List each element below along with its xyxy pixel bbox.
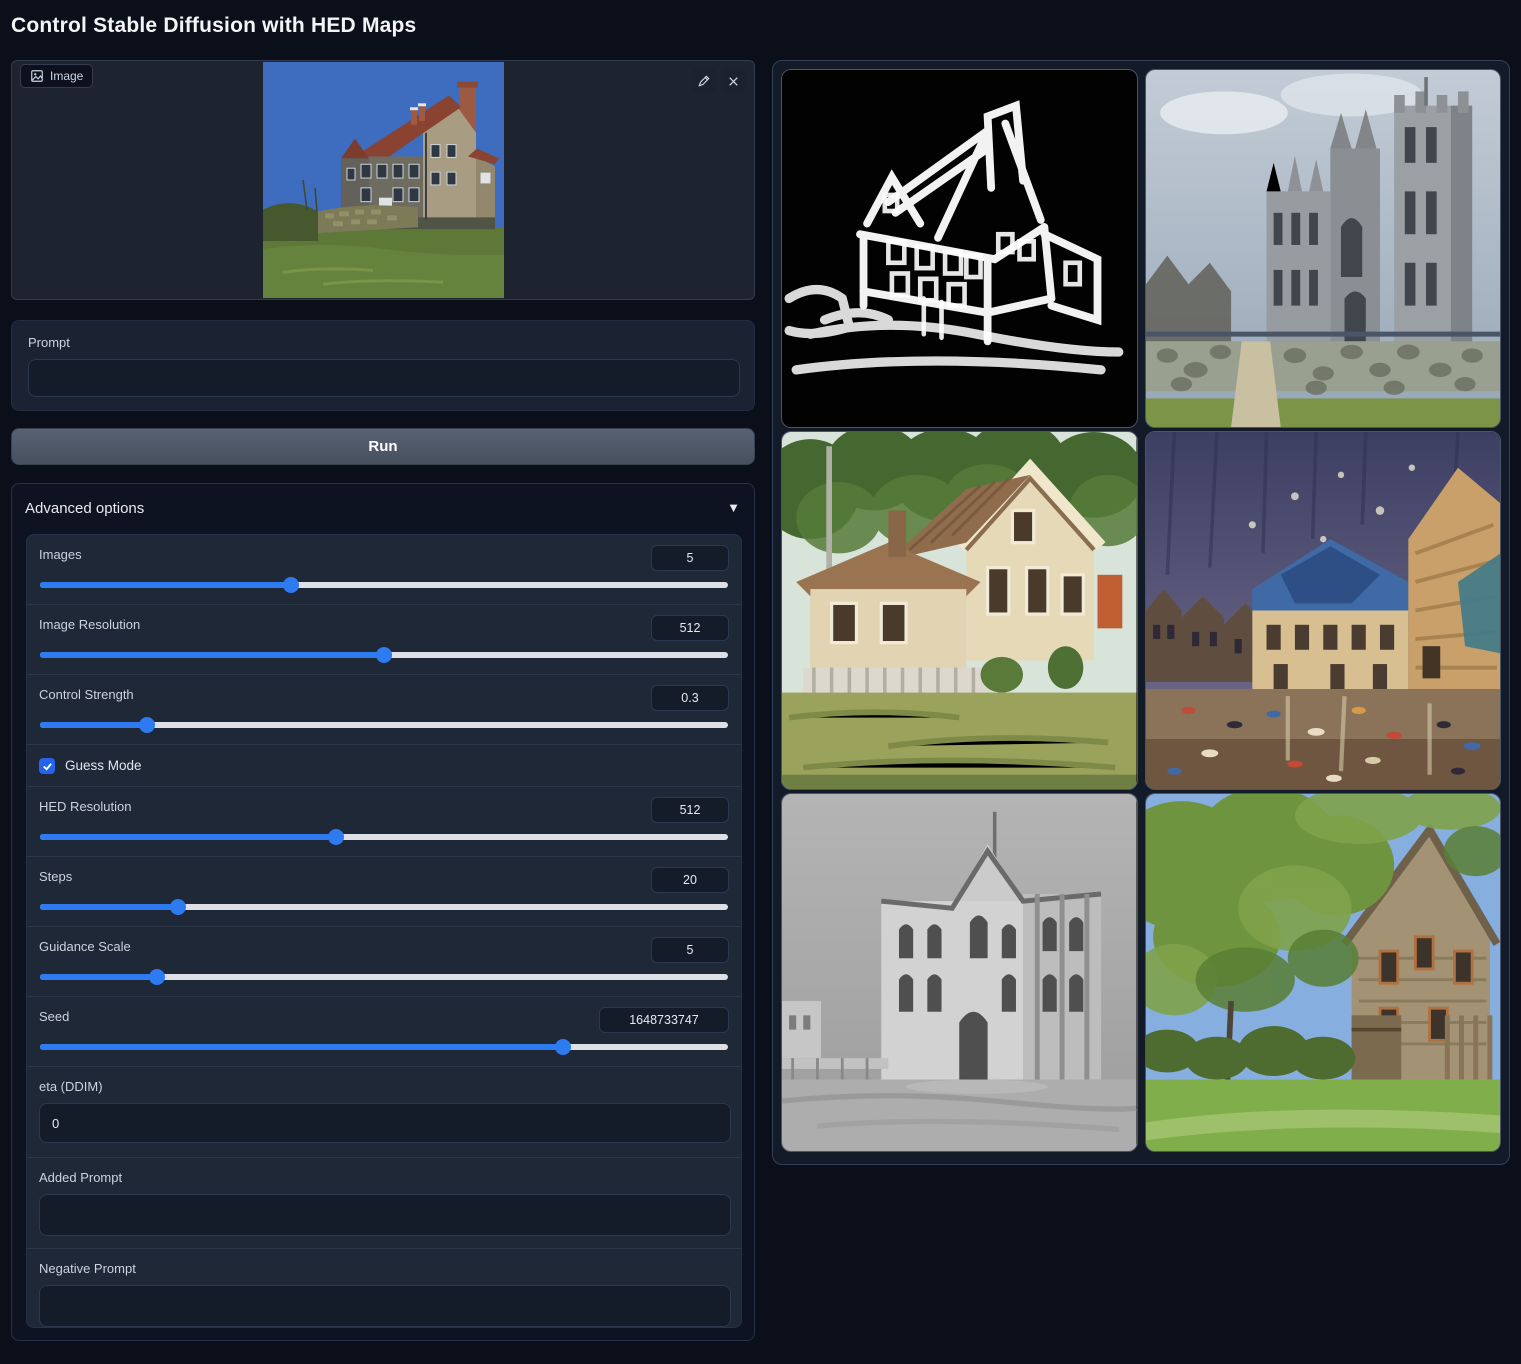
steps-label: Steps (39, 869, 72, 884)
pencil-icon (697, 74, 711, 88)
guidance-scale-slider[interactable] (40, 969, 728, 985)
control-strength-slider[interactable] (40, 717, 728, 733)
gallery-item-impressionist[interactable] (1145, 431, 1502, 790)
house-with-trees-art (1146, 794, 1501, 1151)
advanced-options-header[interactable]: Advanced options (25, 500, 144, 517)
negative-prompt-row: Negative Prompt (27, 1249, 741, 1328)
uploaded-house-photo (263, 62, 504, 298)
gallery-item-grayscale-building[interactable] (781, 793, 1138, 1152)
caret-down-icon[interactable]: ▼ (727, 500, 740, 515)
seed-label: Seed (39, 1009, 69, 1024)
input-image-widget[interactable]: Image (11, 60, 755, 300)
control-strength-label: Control Strength (39, 687, 134, 702)
negative-prompt-label: Negative Prompt (39, 1261, 136, 1276)
gallery-item-house-with-trees[interactable] (1145, 793, 1502, 1152)
slider-handle[interactable] (328, 829, 344, 845)
hed-resolution-label: HED Resolution (39, 799, 132, 814)
images-label: Images (39, 547, 82, 562)
impressionist-art (1146, 432, 1501, 789)
control-strength-slider-row: Control Strength (27, 675, 741, 745)
slider-handle[interactable] (555, 1039, 571, 1055)
control-strength-value-input[interactable] (651, 685, 729, 711)
eta-row: eta (DDIM) (27, 1067, 741, 1158)
prompt-input[interactable] (28, 359, 740, 397)
slider-handle[interactable] (139, 717, 155, 733)
seed-slider-row: Seed (27, 997, 741, 1067)
images-value-input[interactable] (651, 545, 729, 571)
check-icon (42, 761, 53, 772)
hed-resolution-slider[interactable] (40, 829, 728, 845)
image-resolution-value-input[interactable] (651, 615, 729, 641)
image-icon (30, 69, 44, 83)
advanced-options-form: Images Image Resolution Control Strength (26, 534, 742, 1328)
guess-mode-label: Guess Mode (65, 758, 142, 773)
app-root: Control Stable Diffusion with HED Maps I… (0, 0, 1521, 1364)
images-slider[interactable] (40, 577, 728, 593)
added-prompt-input[interactable] (39, 1194, 731, 1236)
prompt-label: Prompt (28, 335, 70, 350)
image-resolution-slider[interactable] (40, 647, 728, 663)
guidance-scale-slider-row: Guidance Scale (27, 927, 741, 997)
slider-handle[interactable] (170, 899, 186, 915)
hed-resolution-value-input[interactable] (651, 797, 729, 823)
eta-input[interactable] (39, 1103, 731, 1143)
grayscale-building-art (782, 794, 1137, 1151)
image-resolution-slider-row: Image Resolution (27, 605, 741, 675)
gallery-item-hed-map[interactable] (781, 69, 1138, 428)
run-button[interactable]: Run (11, 428, 755, 465)
prompt-block: Prompt (11, 320, 755, 411)
image-component-label: Image (20, 64, 93, 88)
steps-slider[interactable] (40, 899, 728, 915)
seed-slider[interactable] (40, 1039, 728, 1055)
edit-image-button[interactable] (692, 69, 716, 93)
page-title: Control Stable Diffusion with HED Maps (11, 14, 416, 38)
slider-handle[interactable] (149, 969, 165, 985)
guess-mode-checkbox[interactable] (39, 758, 55, 774)
negative-prompt-input[interactable] (39, 1285, 731, 1327)
added-prompt-label: Added Prompt (39, 1170, 122, 1185)
image-resolution-label: Image Resolution (39, 617, 140, 632)
cathedral-art (1146, 70, 1501, 427)
output-gallery (772, 60, 1510, 1165)
gallery-item-cathedral[interactable] (1145, 69, 1502, 428)
seed-value-input[interactable] (599, 1007, 729, 1033)
guidance-scale-value-input[interactable] (651, 937, 729, 963)
image-component-label-text: Image (50, 69, 83, 83)
slider-handle[interactable] (376, 647, 392, 663)
advanced-options-accordion: Advanced options ▼ Images Image Resoluti… (11, 483, 755, 1341)
steps-value-input[interactable] (651, 867, 729, 893)
images-slider-row: Images (27, 535, 741, 605)
slider-handle[interactable] (283, 577, 299, 593)
guess-mode-row: Guess Mode (27, 745, 741, 787)
eta-label: eta (DDIM) (39, 1079, 103, 1094)
x-icon (727, 75, 740, 88)
added-prompt-row: Added Prompt (27, 1158, 741, 1249)
guidance-scale-label: Guidance Scale (39, 939, 131, 954)
clear-image-button[interactable] (721, 69, 745, 93)
hed-map-art (782, 70, 1137, 427)
gallery-item-painted-house[interactable] (781, 431, 1138, 790)
painted-house-art (782, 432, 1137, 789)
hed-resolution-slider-row: HED Resolution (27, 787, 741, 857)
steps-slider-row: Steps (27, 857, 741, 927)
